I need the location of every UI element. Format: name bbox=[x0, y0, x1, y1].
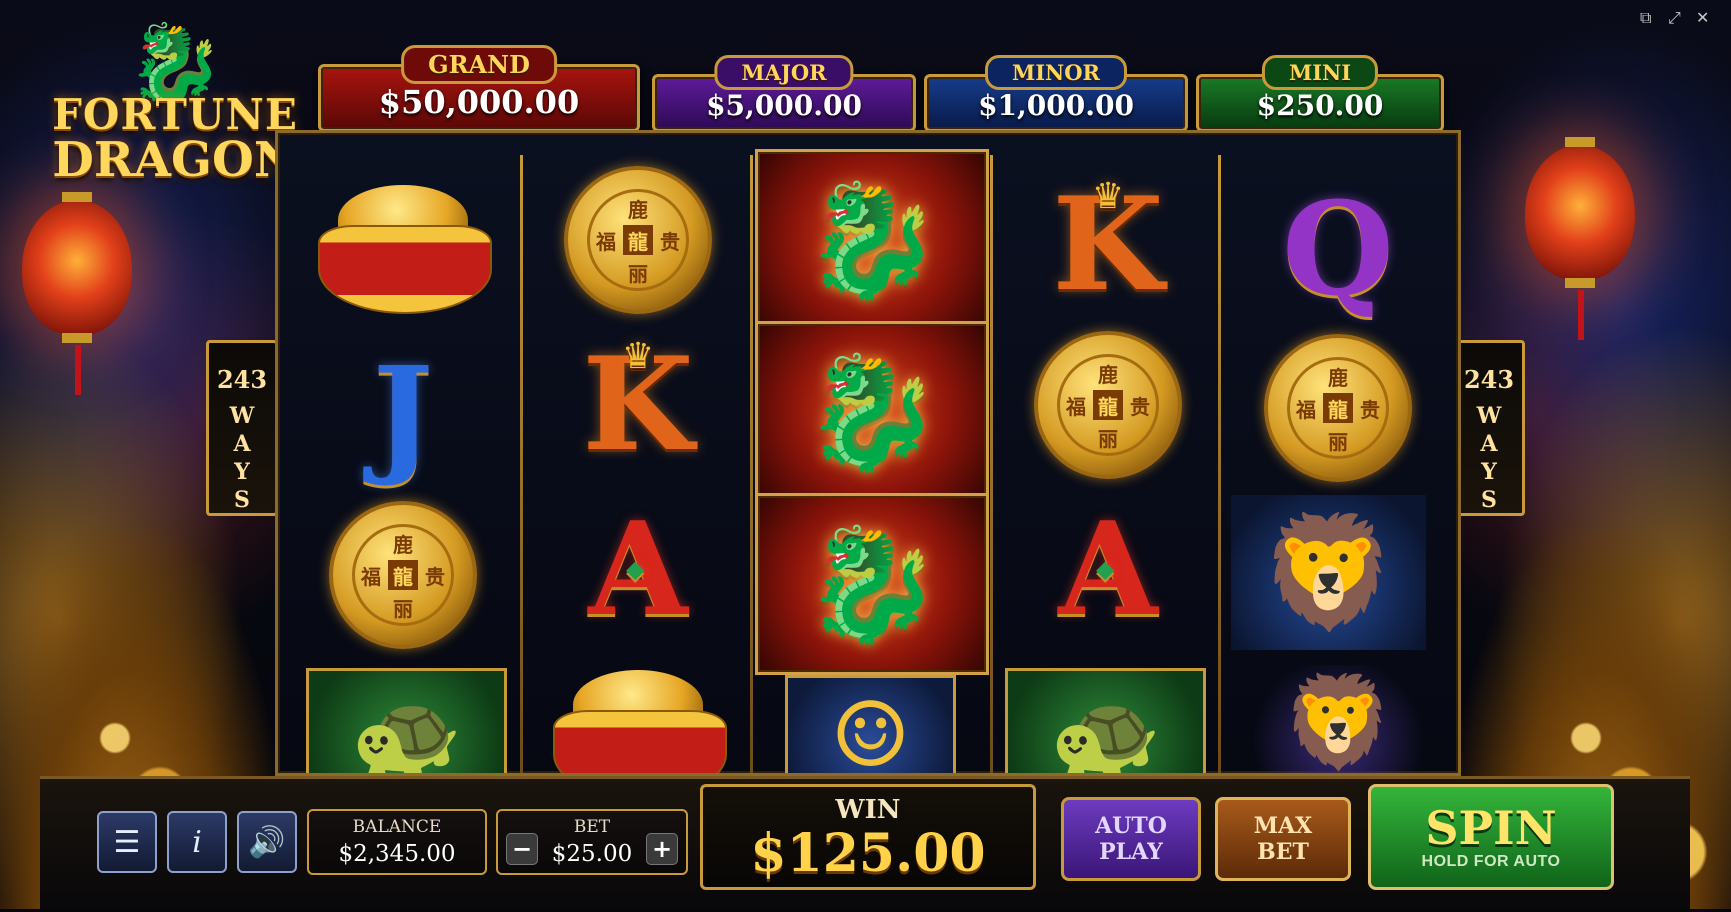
buddha-icon: ☺ bbox=[830, 683, 911, 776]
auto-play-label-line2: PLAY bbox=[1099, 839, 1163, 865]
spin-sublabel: HOLD FOR AUTO bbox=[1421, 853, 1561, 870]
lantern-tassel-right bbox=[1578, 290, 1584, 340]
symbol-buddha: ☺ bbox=[785, 675, 956, 776]
reel-4: ♛ K 鹿福龍贵丽 A ◆ 🐢 bbox=[993, 155, 1223, 776]
game-logo: 🐉 FORTUNE DRAGON bbox=[40, 20, 310, 210]
reel-area: J 鹿福龍贵丽 🐢 鹿福龍贵丽 ♛ K A ◆ 🐉 🐉 🐉 ☺ ♛ K 鹿 福 … bbox=[275, 130, 1461, 776]
symbol-turtle: 🐢 bbox=[306, 668, 507, 776]
restore-window-icon[interactable]: ⧉ bbox=[1640, 8, 1651, 28]
dragon-icon: 🐉 bbox=[803, 519, 941, 648]
balance-value: $2,345.00 bbox=[338, 841, 456, 867]
bet-increase-button[interactable]: + bbox=[646, 833, 678, 865]
coin-icon: 鹿福龍贵丽 bbox=[564, 166, 712, 314]
symbol-gold-ingot bbox=[303, 175, 503, 325]
jackpot-minor: MINOR $1,000.00 bbox=[924, 55, 1188, 132]
symbol-q: Q bbox=[1282, 175, 1394, 325]
ways-panel-left: 243 WAYS bbox=[206, 340, 278, 516]
fullscreen-icon[interactable]: ⤢ bbox=[1668, 8, 1681, 28]
max-bet-label-line1: MAX bbox=[1253, 813, 1313, 839]
auto-play-label-line1: AUTO bbox=[1095, 813, 1167, 839]
jackpot-grand: GRAND $50,000.00 bbox=[318, 45, 640, 132]
jackpot-minor-value: $1,000.00 bbox=[978, 89, 1134, 122]
symbol-foo-dog: 🦁 bbox=[1253, 665, 1423, 775]
foo-dog-icon: 🦁 bbox=[1260, 508, 1397, 636]
turtle-icon: 🐢 bbox=[350, 686, 463, 776]
menu-button[interactable]: ☰ bbox=[97, 811, 157, 873]
auto-play-button[interactable]: AUTO PLAY bbox=[1061, 797, 1201, 881]
win-label: WIN bbox=[835, 795, 901, 825]
crown-icon: ♛ bbox=[621, 336, 655, 377]
coin-icon: 鹿福龍贵丽 bbox=[1034, 331, 1182, 479]
max-bet-button[interactable]: MAX BET bbox=[1215, 797, 1351, 881]
symbol-dragon: 🐉 bbox=[755, 321, 989, 503]
symbol-k: ♛ K bbox=[1008, 170, 1208, 320]
lantern-tassel-left bbox=[75, 345, 81, 395]
symbol-gold-ingot bbox=[538, 660, 738, 773]
gem-icon: ◆ bbox=[1096, 555, 1115, 583]
jackpot-major-label: MAJOR bbox=[714, 55, 854, 90]
ways-number: 243 bbox=[216, 365, 268, 394]
reel-3: 🐉 🐉 🐉 ☺ bbox=[755, 149, 989, 776]
coin-icon: 鹿福龍贵丽 bbox=[1264, 334, 1412, 482]
symbol-coin: 鹿福龍贵丽 bbox=[538, 165, 738, 315]
max-bet-label-line2: BET bbox=[1257, 839, 1309, 865]
bet-display: BET $25.00 − + bbox=[496, 809, 688, 875]
ways-panel-right: 243 WAYS bbox=[1453, 340, 1525, 516]
menu-icon: ☰ bbox=[113, 824, 141, 860]
win-display: WIN $125.00 bbox=[700, 784, 1036, 890]
balance-label: BALANCE bbox=[352, 817, 442, 837]
spin-button[interactable]: SPIN HOLD FOR AUTO bbox=[1368, 784, 1614, 890]
symbol-dragon: 🐉 bbox=[755, 149, 989, 331]
symbol-coin: 鹿福龍贵丽 bbox=[1238, 333, 1438, 483]
dragon-icon: 🐉 bbox=[803, 175, 941, 304]
speaker-icon: 🔊 bbox=[248, 824, 286, 860]
jackpot-major-value: $5,000.00 bbox=[706, 89, 862, 122]
jackpot-grand-label: GRAND bbox=[401, 45, 557, 84]
gem-icon: ◆ bbox=[626, 555, 645, 583]
reel-2: 鹿福龍贵丽 ♛ K A ◆ bbox=[523, 155, 753, 773]
symbol-j: J bbox=[372, 340, 434, 490]
symbol-foo-dog: 🦁 bbox=[1231, 495, 1426, 650]
logo-dragon-text: DRAGON bbox=[52, 132, 298, 188]
lantern-left bbox=[22, 192, 132, 343]
jackpot-grand-value: $50,000.00 bbox=[378, 83, 580, 121]
bet-decrease-button[interactable]: − bbox=[506, 833, 538, 865]
reel-5: Q 鹿福龍贵丽 🦁 🦁 bbox=[1223, 155, 1453, 775]
dragon-icon: 🐉 bbox=[803, 347, 941, 476]
jackpot-mini: MINI $250.00 bbox=[1196, 55, 1444, 132]
symbol-coin: 鹿福龍贵丽 bbox=[1008, 330, 1208, 480]
gold-ingot-icon bbox=[313, 185, 493, 315]
win-value: $125.00 bbox=[750, 823, 986, 884]
symbol-a: A ◆ bbox=[1008, 495, 1208, 645]
lantern-right bbox=[1525, 137, 1635, 288]
gold-ingot-icon bbox=[548, 670, 728, 773]
symbol-k: ♛ K bbox=[538, 330, 738, 480]
jackpot-major: MAJOR $5,000.00 bbox=[652, 55, 916, 132]
jackpot-mini-label: MINI bbox=[1261, 55, 1379, 90]
crown-icon: ♛ bbox=[1091, 176, 1125, 217]
coin-icon: 鹿福龍贵丽 bbox=[329, 501, 477, 649]
jackpot-minor-label: MINOR bbox=[984, 55, 1128, 90]
ways-word: WAYS bbox=[1476, 403, 1502, 515]
ways-word: WAYS bbox=[229, 403, 255, 515]
balance-display: BALANCE $2,345.00 bbox=[307, 809, 487, 875]
reel-1: J 鹿福龍贵丽 🐢 bbox=[288, 155, 518, 776]
ways-number: 243 bbox=[1463, 365, 1515, 394]
info-button[interactable]: i bbox=[167, 811, 227, 873]
symbol-dragon: 🐉 bbox=[755, 493, 989, 675]
info-icon: i bbox=[192, 824, 202, 860]
jackpot-mini-value: $250.00 bbox=[1256, 89, 1384, 122]
sound-button[interactable]: 🔊 bbox=[237, 811, 297, 873]
turtle-icon: 🐢 bbox=[1049, 686, 1162, 776]
close-window-icon[interactable]: ✕ bbox=[1696, 8, 1709, 27]
spin-label: SPIN bbox=[1425, 801, 1557, 855]
foo-dog-icon: 🦁 bbox=[1281, 670, 1395, 775]
symbol-turtle: 🐢 bbox=[1005, 668, 1206, 776]
symbol-coin: 鹿福龍贵丽 bbox=[303, 500, 503, 650]
symbol-a: A ◆ bbox=[538, 495, 738, 645]
